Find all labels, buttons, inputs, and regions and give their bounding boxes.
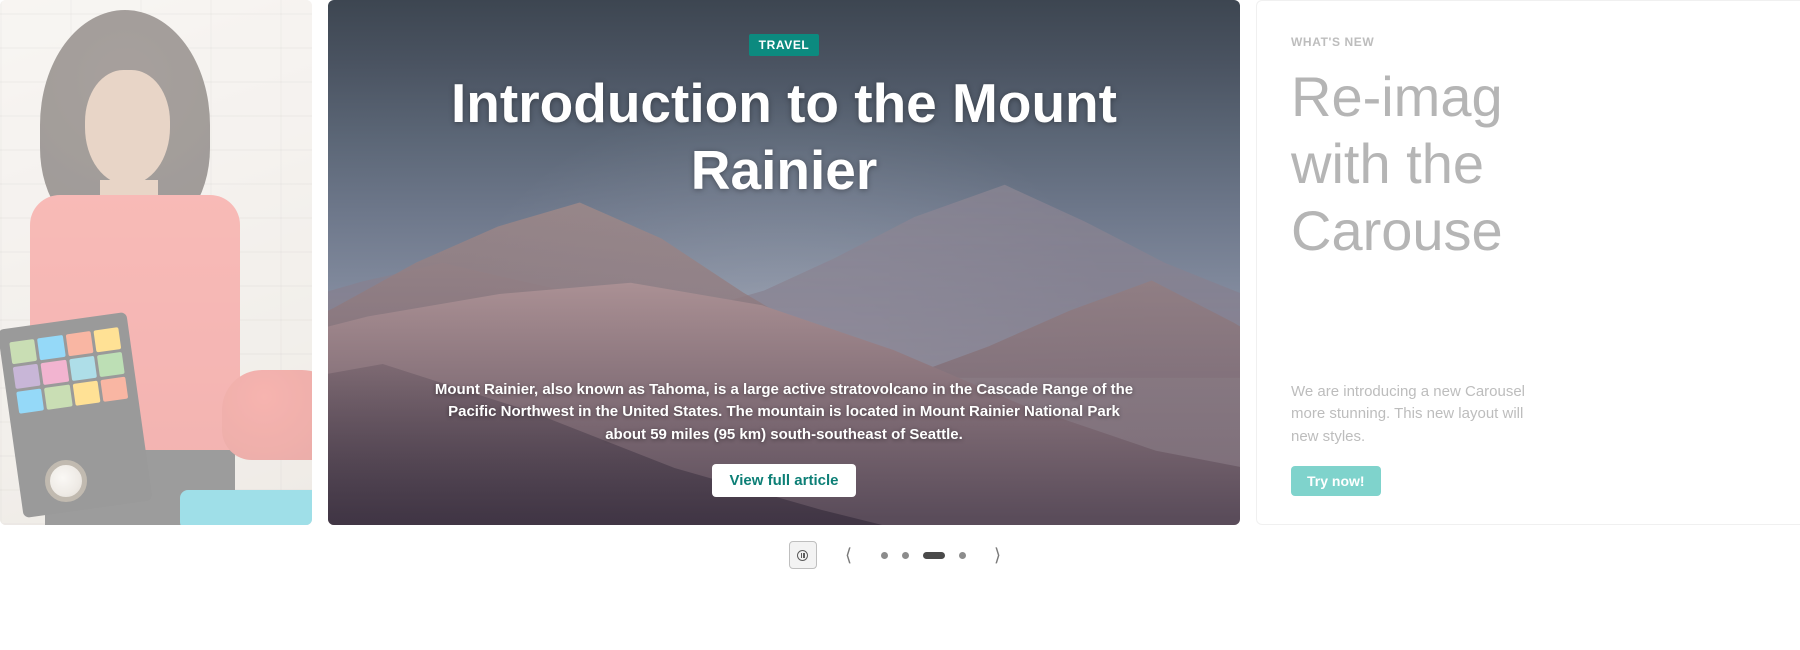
pagination-dot-2[interactable]	[902, 552, 909, 559]
pagination-dots	[881, 552, 966, 559]
view-article-button[interactable]: View full article	[712, 464, 857, 497]
next-slide-body: We are introducing a new Carousel more s…	[1291, 381, 1781, 449]
carousel-controls: ⟨ ⟩	[0, 525, 1800, 585]
title-line: Re-imag	[1291, 63, 1781, 130]
carousel-slide-active: TRAVEL Introduction to the Mount Rainier…	[328, 0, 1240, 525]
carousel-slide-next[interactable]: WHAT'S NEW Re-imag with the Carouse We a…	[1256, 0, 1800, 525]
hero-description: Mount Rainier, also known as Tahoma, is …	[434, 379, 1134, 447]
pause-button[interactable]	[789, 541, 817, 569]
next-slide-title: Re-imag with the Carouse	[1291, 63, 1781, 265]
hero-title: Introduction to the Mount Rainier	[404, 70, 1164, 204]
carousel-viewport: TRAVEL Introduction to the Mount Rainier…	[0, 0, 1800, 525]
chevron-left-icon: ⟨	[845, 546, 852, 564]
next-button[interactable]: ⟩	[984, 541, 1012, 569]
body-line: We are introducing a new Carousel	[1291, 381, 1781, 404]
pagination-dot-1[interactable]	[881, 552, 888, 559]
try-now-button[interactable]: Try now!	[1291, 466, 1381, 496]
pagination-dot-3[interactable]	[923, 552, 945, 559]
whats-new-eyebrow: WHAT'S NEW	[1291, 35, 1781, 49]
category-badge: TRAVEL	[749, 34, 820, 56]
body-line: more stunning. This new layout will	[1291, 403, 1781, 426]
title-line: Carouse	[1291, 197, 1781, 264]
body-line: new styles.	[1291, 426, 1781, 449]
title-line: with the	[1291, 130, 1781, 197]
pagination-dot-4[interactable]	[959, 552, 966, 559]
carousel-slide-prev[interactable]	[0, 0, 312, 525]
chevron-right-icon: ⟩	[994, 546, 1001, 564]
prev-button[interactable]: ⟨	[835, 541, 863, 569]
pause-icon	[797, 550, 808, 561]
